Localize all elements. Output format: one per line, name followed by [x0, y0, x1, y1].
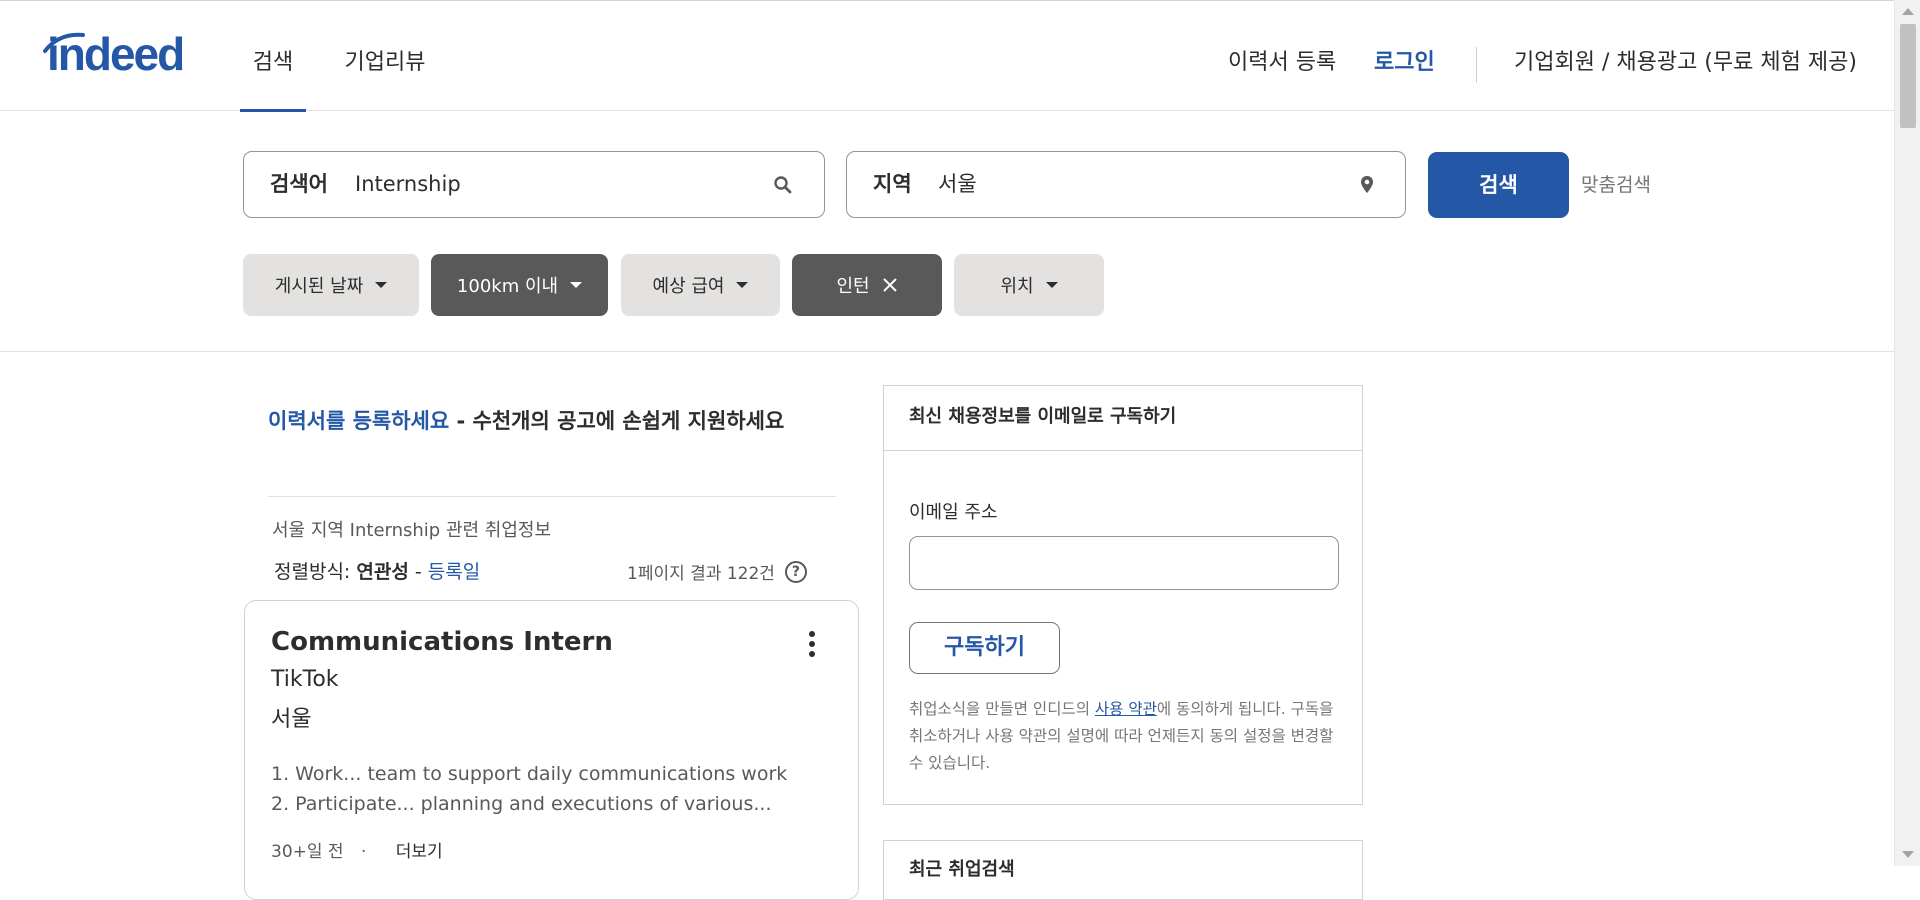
resume-promo: 이력서를 등록하세요 - 수천개의 공고에 손쉽게 지원하세요	[268, 406, 808, 436]
scrollbar-thumb[interactable]	[1900, 24, 1916, 128]
what-input[interactable]: Internship	[355, 152, 461, 217]
job-alert-heading: 최신 채용정보를 이메일로 구독하기	[909, 406, 1177, 427]
tab-search-label: 검색	[252, 50, 294, 75]
where-search-field[interactable]: 지역 서울	[846, 151, 1406, 218]
sort-date-link[interactable]: 등록일	[428, 561, 480, 583]
result-count-text: 1페이지 결과 122건	[627, 564, 775, 584]
recent-searches-box: 최근 취업검색	[883, 840, 1363, 900]
section-divider	[0, 351, 1894, 352]
terms-text-before: 취업소식을 만들면 인디드의	[909, 700, 1095, 718]
help-icon[interactable]: ?	[784, 560, 807, 583]
chevron-down-icon	[736, 282, 749, 288]
job-meta: 30+일 전 · 더보기	[271, 837, 443, 862]
scroll-up-arrow-icon[interactable]	[1902, 8, 1914, 15]
resume-promo-link[interactable]: 이력서를 등록하세요	[268, 409, 449, 433]
tab-company-reviews[interactable]: 기업리뷰	[342, 1, 428, 111]
what-label: 검색어	[270, 172, 328, 196]
indeed-logo[interactable]: indeed	[41, 29, 201, 79]
filter-salary[interactable]: 예상 급여	[621, 254, 780, 316]
advanced-search-link[interactable]: 맞춤검색	[1581, 152, 1651, 218]
filter-job-type[interactable]: 인턴	[792, 254, 942, 316]
page-scrollbar[interactable]	[1894, 0, 1920, 866]
location-pin-icon	[1361, 176, 1373, 193]
job-meta-separator: ·	[360, 842, 367, 862]
job-more-link[interactable]: 더보기	[396, 842, 443, 862]
email-field[interactable]	[909, 536, 1339, 590]
more-options-icon[interactable]	[805, 631, 819, 663]
resume-promo-text: - 수천개의 공고에 손쉽게 지원하세요	[449, 409, 785, 433]
filter-distance-label: 100km 이내	[456, 276, 559, 297]
tab-search[interactable]: 검색	[240, 1, 306, 112]
job-company: TikTok	[271, 667, 339, 692]
upload-resume-link[interactable]: 이력서 등록	[1228, 1, 1336, 111]
chevron-down-icon	[1045, 282, 1058, 288]
sort-label: 정렬방식:	[274, 561, 351, 583]
employer-link[interactable]: 기업회원 / 채용광고 (무료 체험 제공)	[1514, 1, 1857, 111]
subscribe-button[interactable]: 구독하기	[909, 622, 1060, 674]
filter-distance[interactable]: 100km 이내	[431, 254, 608, 316]
chevron-down-icon	[375, 282, 388, 288]
find-jobs-button[interactable]: 검색	[1428, 152, 1569, 218]
filter-salary-label: 예상 급여	[652, 276, 725, 297]
terms-text: 취업소식을 만들면 인디드의 사용 약관에 동의하게 됩니다. 구독을 취소하거…	[909, 696, 1349, 777]
job-location: 서울	[271, 707, 312, 732]
job-card[interactable]: Communications Intern TikTok 서울 1. Work.…	[244, 600, 859, 900]
job-title[interactable]: Communications Intern	[271, 627, 613, 657]
job-alert-header: 최신 채용정보를 이메일로 구독하기	[884, 386, 1362, 451]
sort-control: 정렬방식: 연관성 - 등록일	[274, 557, 480, 584]
job-posted-date: 30+일 전	[271, 842, 344, 862]
logo-text: indeed	[47, 28, 185, 80]
recent-searches-heading: 최근 취업검색	[909, 859, 1015, 880]
terms-link[interactable]: 사용 약관	[1095, 700, 1157, 718]
job-snippet-line: 1. Work... team to support daily communi…	[271, 763, 788, 785]
filter-date-posted-label: 게시된 날짜	[274, 276, 364, 297]
where-input[interactable]: 서울	[938, 152, 977, 217]
filter-date-posted[interactable]: 게시된 날짜	[243, 254, 419, 316]
chevron-down-icon	[570, 282, 583, 288]
job-alert-box: 최신 채용정보를 이메일로 구독하기 이메일 주소 구독하기 취업소식을 만들면…	[883, 385, 1363, 805]
top-header: indeed 검색 기업리뷰 이력서 등록 로그인 기업회원 / 채용광고 (무…	[0, 0, 1894, 112]
login-link[interactable]: 로그인	[1374, 1, 1435, 111]
search-context: 서울 지역 Internship 관련 취업정보	[272, 520, 552, 541]
where-label: 지역	[873, 172, 912, 196]
job-snippet: 1. Work... team to support daily communi…	[271, 759, 787, 819]
email-label: 이메일 주소	[909, 502, 998, 523]
filter-job-type-label: 인턴	[836, 276, 870, 297]
filter-location[interactable]: 위치	[954, 254, 1104, 316]
job-snippet-line: 2. Participate... planning and execution…	[271, 793, 772, 815]
what-search-field[interactable]: 검색어 Internship	[243, 151, 825, 218]
close-icon[interactable]	[882, 277, 898, 293]
scroll-down-arrow-icon[interactable]	[1902, 851, 1914, 858]
search-icon	[774, 176, 792, 194]
tab-company-reviews-label: 기업리뷰	[344, 50, 426, 75]
promo-divider	[268, 496, 836, 497]
sort-separator: -	[414, 561, 422, 583]
filter-location-label: 위치	[1000, 276, 1034, 297]
header-divider	[1476, 47, 1477, 83]
sort-relevance: 연관성	[356, 561, 409, 583]
result-count: 1페이지 결과 122건 ?	[627, 559, 807, 584]
